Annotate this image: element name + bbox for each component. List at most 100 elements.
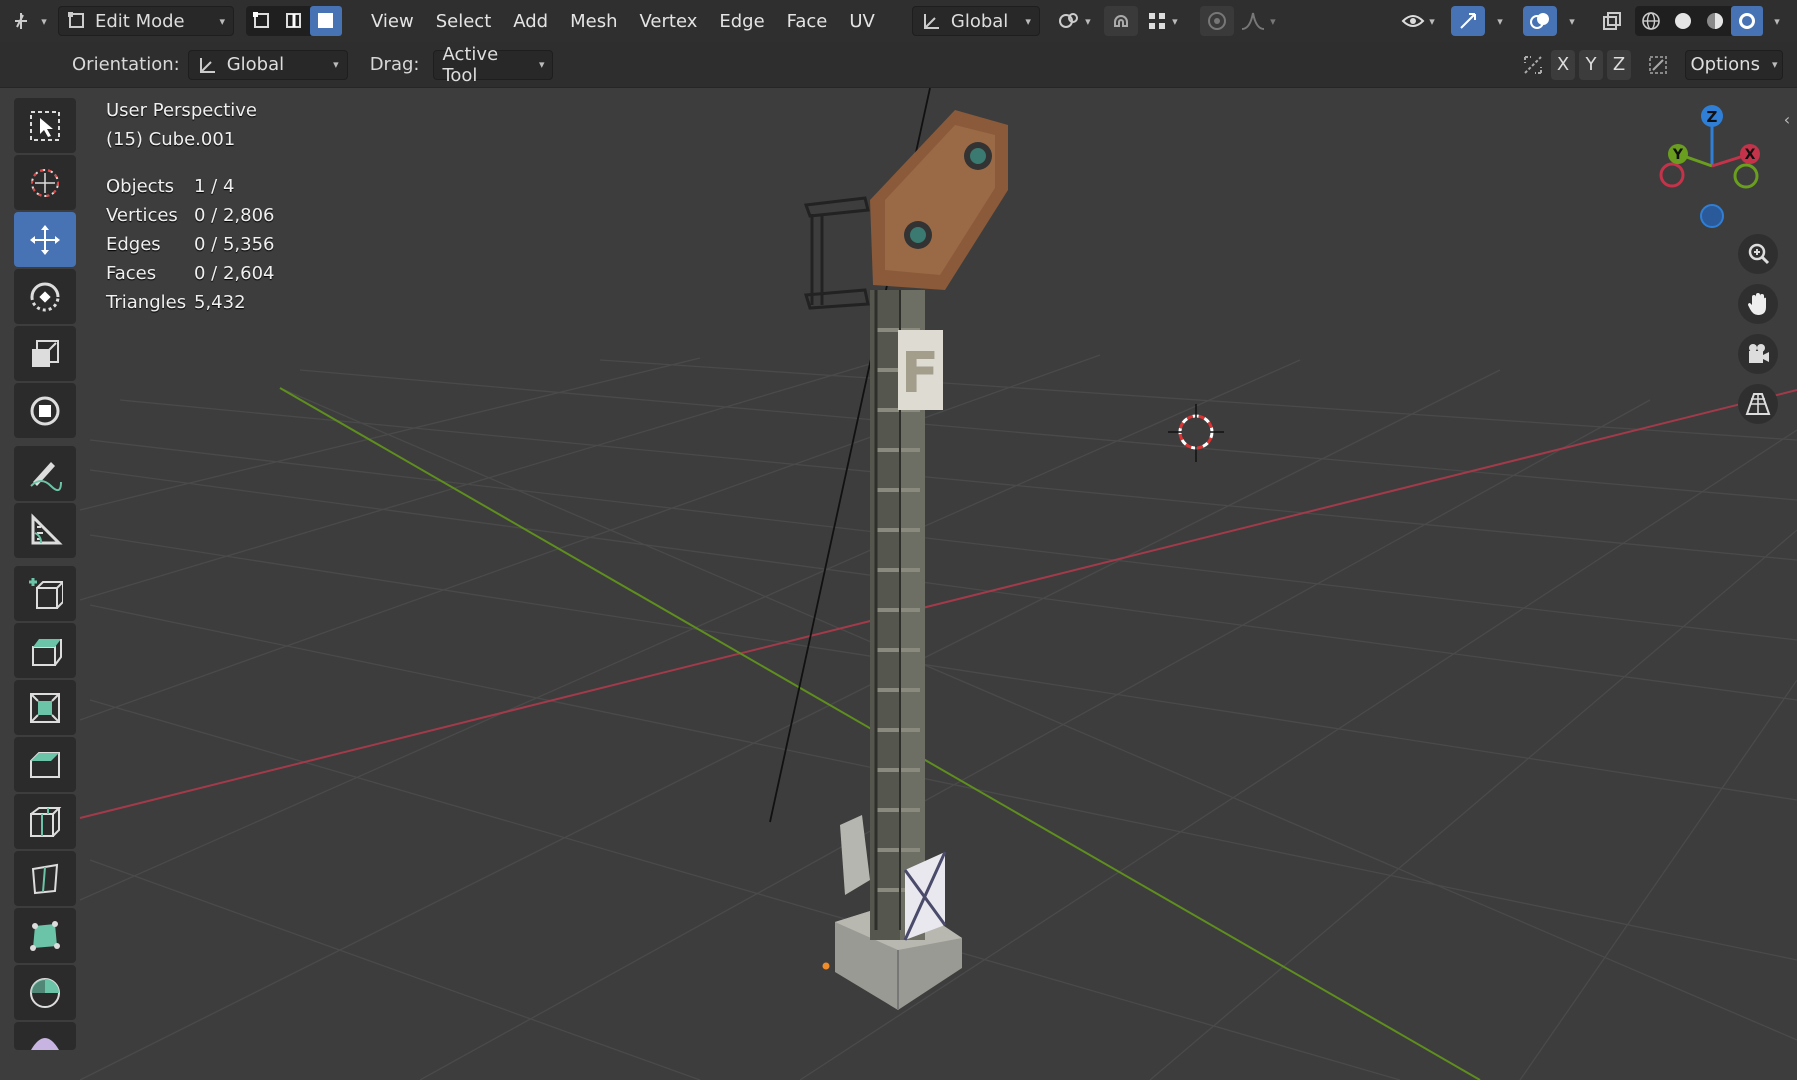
extrude-tool[interactable] xyxy=(14,623,76,678)
transform-orientation-dropdown[interactable]: Global ▾ xyxy=(911,6,1040,36)
camera-view-button[interactable] xyxy=(1738,334,1778,374)
measure-tool[interactable] xyxy=(14,503,76,558)
cursor-tool[interactable] xyxy=(14,155,76,210)
sidebar-toggle-chevron[interactable]: ‹ xyxy=(1780,110,1794,129)
bevel-icon xyxy=(30,751,60,778)
poly-build-tool[interactable] xyxy=(14,908,76,963)
gizmo-neg-z-handle[interactable] xyxy=(1700,204,1724,228)
orientation-dropdown[interactable]: Global ▾ xyxy=(187,49,348,80)
chevron-down-icon: ▾ xyxy=(333,58,339,71)
add-cube-tool[interactable] xyxy=(14,566,76,621)
overlays-toggle-button[interactable] xyxy=(1523,6,1557,36)
zoom-view-button[interactable] xyxy=(1738,234,1778,274)
menu-select[interactable]: Select xyxy=(425,11,503,32)
options-dropdown[interactable]: Options ▾ xyxy=(1685,49,1783,80)
proportional-edit-button[interactable] xyxy=(1199,6,1234,36)
axis-x-label: X xyxy=(1556,54,1570,75)
falloff-curve-icon xyxy=(1241,12,1265,30)
scale-tool[interactable] xyxy=(14,326,76,381)
pivot-point-button[interactable]: ▾ xyxy=(1050,6,1098,36)
mode-dropdown[interactable]: Edit Mode ▾ xyxy=(58,6,234,36)
orientation-icon xyxy=(923,14,939,29)
inset-icon xyxy=(30,692,60,723)
chevron-down-icon: ▾ xyxy=(1085,14,1091,28)
magnet-icon xyxy=(1113,15,1128,27)
drag-dropdown[interactable]: Active Tool ▾ xyxy=(433,44,554,86)
vertex-select-icon xyxy=(253,12,269,28)
chevron-down-icon: ▾ xyxy=(1172,14,1178,28)
edit-mode-icon xyxy=(68,12,84,28)
mirror-icon xyxy=(1524,55,1542,74)
solid-shading-button[interactable] xyxy=(1667,6,1699,36)
axis-y-label: Y xyxy=(1585,54,1597,75)
rendered-shading-button[interactable] xyxy=(1731,6,1763,36)
menu-uv[interactable]: UV xyxy=(838,11,886,32)
menu-edge[interactable]: Edge xyxy=(708,11,775,32)
view-name: User Perspective xyxy=(106,100,257,121)
menu-view[interactable]: View xyxy=(360,11,425,32)
header-right-group: ▾ ▾ ▾ ▾ xyxy=(1395,6,1797,36)
gizmo-icon xyxy=(1460,13,1476,29)
edge-select-button[interactable] xyxy=(278,6,310,36)
perspective-toggle-button[interactable] xyxy=(1738,384,1778,424)
stat-row-edges: Edges 0 / 5,356 xyxy=(106,230,275,259)
spin-tool[interactable] xyxy=(14,965,76,1020)
vertex-select-button[interactable] xyxy=(246,6,278,36)
pencil-icon xyxy=(30,461,62,491)
bevel-tool[interactable] xyxy=(14,737,76,792)
wireframe-shading-button[interactable] xyxy=(1635,6,1667,36)
select-box-tool[interactable] xyxy=(14,98,76,153)
editor-type-button[interactable]: ▾ xyxy=(8,6,52,36)
gizmo-dropdown[interactable]: ▾ xyxy=(1485,6,1511,36)
snap-target-button[interactable]: ▾ xyxy=(1138,6,1186,36)
viewport-header: ▾ Edit Mode ▾ View Select Add Mesh Verte… xyxy=(0,0,1797,42)
face-select-button[interactable] xyxy=(310,6,342,36)
object-origin xyxy=(822,962,830,970)
viewport-stats-overlay: User Perspective (15) Cube.001 Objects 1 … xyxy=(106,96,275,317)
subheader-right-group: X Y Z Options ▾ xyxy=(1519,49,1797,80)
tool-shelf xyxy=(13,98,77,1052)
move-tool[interactable] xyxy=(14,212,76,267)
axis-y-toggle[interactable]: Y xyxy=(1579,49,1603,80)
snap-toggle-button[interactable] xyxy=(1103,6,1138,36)
transform-icon xyxy=(30,396,60,425)
overlays-dropdown[interactable]: ▾ xyxy=(1557,6,1583,36)
menu-vertex[interactable]: Vertex xyxy=(629,11,709,32)
extrude-icon xyxy=(32,638,62,666)
rotate-tool[interactable] xyxy=(14,269,76,324)
smooth-tool[interactable] xyxy=(14,1022,76,1050)
transform-tool[interactable] xyxy=(14,383,76,438)
pan-view-button[interactable] xyxy=(1738,284,1778,324)
shading-dropdown[interactable]: ▾ xyxy=(1763,6,1787,36)
loop-cut-tool[interactable] xyxy=(14,794,76,849)
falloff-button[interactable]: ▾ xyxy=(1234,6,1282,36)
menu-add[interactable]: Add xyxy=(502,11,559,32)
chevron-down-icon: ▾ xyxy=(219,14,225,28)
menu-bar: View Select Add Mesh Vertex Edge Face UV xyxy=(360,11,886,32)
axis-x-toggle[interactable]: X xyxy=(1551,49,1575,80)
menu-mesh[interactable]: Mesh xyxy=(559,11,628,32)
chevron-down-icon: ▾ xyxy=(1025,14,1031,28)
annotate-tool[interactable] xyxy=(14,446,76,501)
auto-merge-button[interactable] xyxy=(1643,50,1673,80)
stat-row-objects: Objects 1 / 4 xyxy=(106,172,275,201)
xray-toggle-button[interactable] xyxy=(1595,6,1629,36)
inset-tool[interactable] xyxy=(14,680,76,735)
mirror-options-button[interactable] xyxy=(1519,50,1547,80)
gizmo-toggle-button[interactable] xyxy=(1451,6,1485,36)
stat-label: Triangles xyxy=(106,292,187,313)
tool-settings-bar: Orientation: Global ▾ Drag: Active Tool … xyxy=(0,42,1797,88)
rotate-icon xyxy=(30,282,60,311)
axis-z-toggle[interactable]: Z xyxy=(1607,49,1631,80)
pivot-icon xyxy=(1059,13,1079,28)
chevron-down-icon: ▾ xyxy=(1497,14,1503,28)
navigation-gizmo[interactable]: Z Y X xyxy=(1650,100,1770,230)
gizmo-neg-x-handle[interactable] xyxy=(1733,163,1759,189)
material-preview-button[interactable] xyxy=(1699,6,1731,36)
knife-tool[interactable] xyxy=(14,851,76,906)
menu-face[interactable]: Face xyxy=(776,11,839,32)
shading-mode-group xyxy=(1635,6,1763,36)
gizmo-neg-y-handle[interactable] xyxy=(1659,162,1685,188)
select-mode-group xyxy=(246,6,342,36)
visibility-button[interactable]: ▾ xyxy=(1395,6,1441,36)
